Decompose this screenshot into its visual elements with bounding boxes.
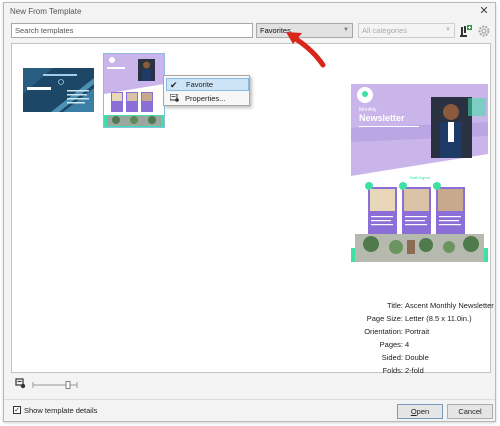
open-button[interactable]: Open [397,404,443,419]
checkmark-icon: ✔ [170,80,178,90]
thumbnail-size-icon[interactable] [15,378,26,389]
category-dropdown[interactable]: All categories ▼ [358,23,455,38]
template-thumbnail-newsletter[interactable] [103,53,165,128]
template-thumbnail-business-card[interactable] [23,68,94,112]
preview-heading: Newsletter [359,113,405,123]
gear-icon[interactable] [477,23,491,38]
dashed-edge [236,421,316,422]
template-preview: Monthly Newsletter Staff Digest [351,84,488,262]
annotation-arrow [286,32,326,68]
manage-templates-icon[interactable] [459,23,473,38]
title-bar: New From Template ✕ [4,3,495,20]
show-details-label: Show template details [24,406,98,415]
chevron-down-icon: ▼ [343,27,349,33]
search-input[interactable] [11,23,253,38]
detail-orientation: Orientation: Portrait [364,327,430,336]
menu-item-favorite-label: Favorite [186,80,214,89]
detail-page-size: Page Size: Letter (8.5 x 11.0in.) [366,314,472,323]
show-details-checkbox[interactable]: ✓ [13,406,21,414]
menu-item-properties[interactable]: Properties... [166,92,249,105]
close-icon[interactable]: ✕ [477,4,491,18]
properties-icon [170,94,179,102]
footer-divider [4,399,495,400]
window-title: New From Template [10,7,82,16]
detail-sided: Sided: Double [381,353,429,362]
detail-folds: Folds: 2-fold [382,366,424,375]
template-gallery: ✔ Favorite Properties... Monthly Newslet… [11,43,494,375]
menu-item-favorite[interactable]: ✔ Favorite [166,78,249,91]
menu-item-properties-label: Properties... [185,94,226,103]
detail-pages: Pages: 4 [379,340,410,349]
preview-subheading: Staff Digest [409,175,430,180]
new-from-template-dialog: New From Template ✕ Favorites ▼ All cate… [3,2,496,422]
category-dropdown-value: All categories [362,26,408,35]
cancel-button[interactable]: Cancel [447,404,493,419]
chevron-down-icon: ▼ [445,27,451,33]
detail-title: Title: Ascent Monthly Newsletter [387,301,494,310]
zoom-slider[interactable] [32,381,78,389]
template-context-menu: ✔ Favorite Properties... [163,75,250,106]
